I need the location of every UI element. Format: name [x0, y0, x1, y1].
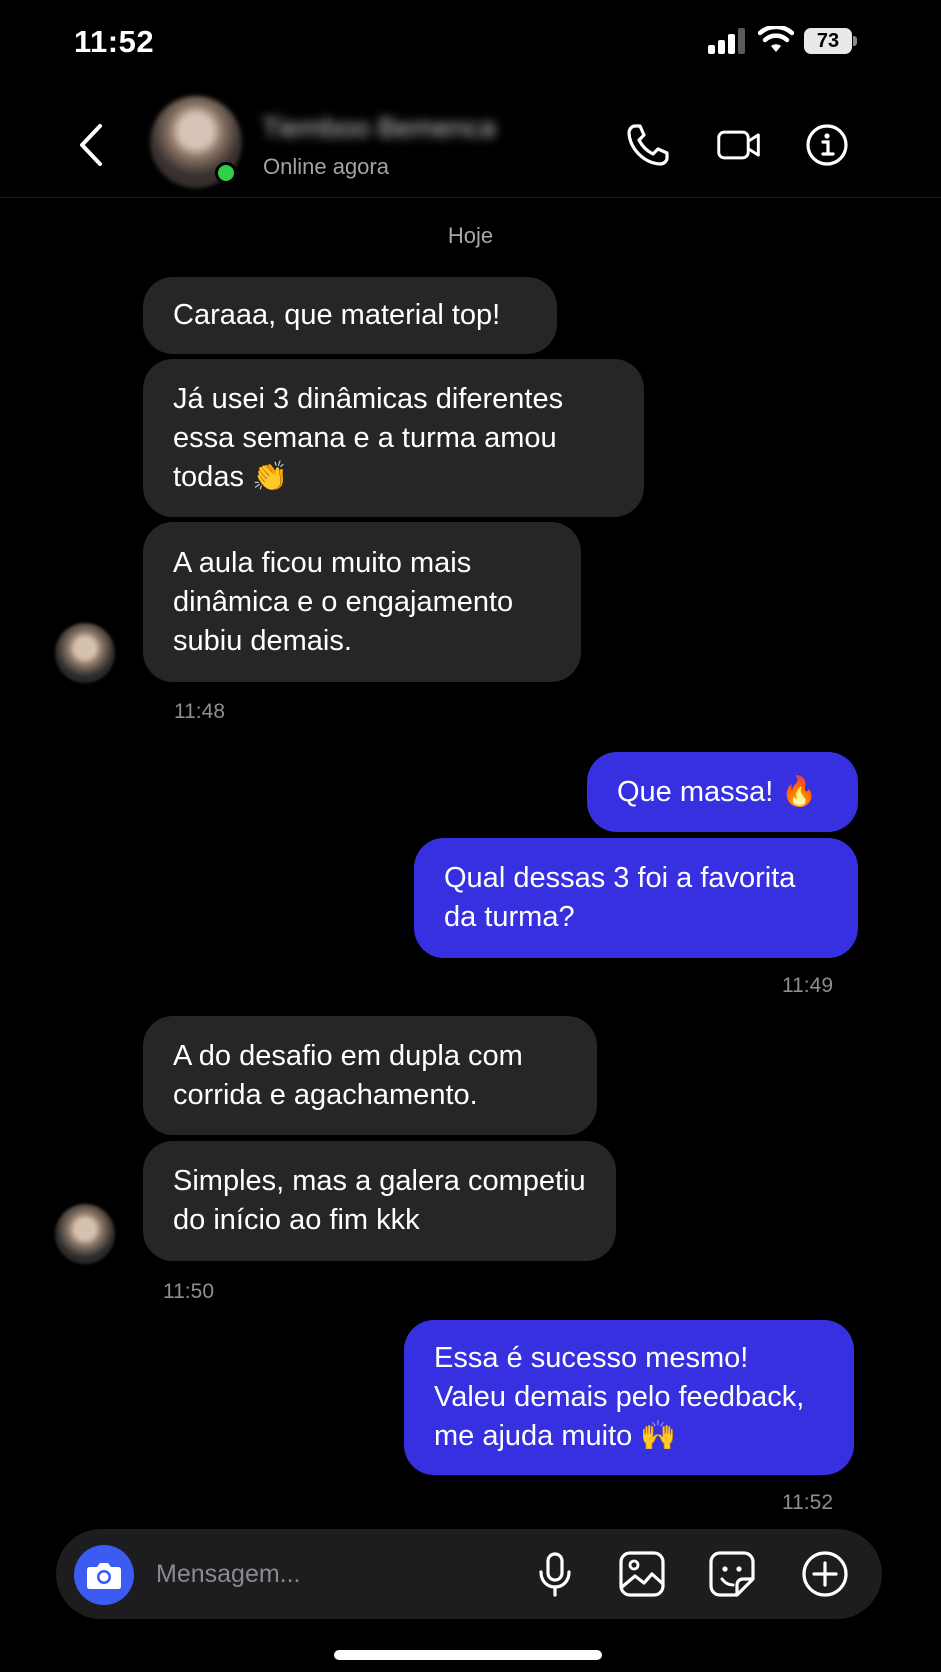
message-input[interactable]	[156, 1553, 486, 1595]
camera-icon	[87, 1563, 121, 1589]
message-bubble-outgoing[interactable]: Que massa! 🔥	[587, 752, 858, 832]
message-bubble-incoming[interactable]: A do desafio em dupla com corrida e agac…	[143, 1016, 597, 1135]
message-text: Caraaa, que material top!	[173, 299, 501, 331]
back-icon[interactable]	[72, 120, 112, 170]
message-bubble-outgoing[interactable]: Qual dessas 3 foi a favorita da turma?	[414, 838, 858, 958]
date-separator: Hoje	[447, 223, 494, 248]
microphone-icon[interactable]	[530, 1549, 580, 1599]
plus-icon[interactable]	[800, 1549, 850, 1599]
info-icon[interactable]	[804, 122, 850, 168]
message-text: A do desafio em dupla com corrida e agac…	[173, 1039, 523, 1111]
gallery-icon[interactable]	[617, 1549, 667, 1599]
wifi-icon	[758, 26, 794, 52]
contact-status: Online agora	[263, 154, 389, 179]
status-time: 11:52	[74, 24, 155, 59]
message-text: Já usei 3 dinâmicas diferentes essa sema…	[173, 382, 564, 493]
sender-avatar[interactable]	[55, 623, 115, 683]
online-indicator	[215, 162, 237, 184]
message-composer	[56, 1529, 882, 1619]
battery-icon: 73	[804, 28, 857, 54]
message-time: 11:52	[782, 1491, 833, 1514]
message-text: A aula ficou muito mais dinâmica e o eng…	[173, 546, 514, 657]
message-time: 11:48	[174, 700, 225, 723]
sender-avatar[interactable]	[55, 1204, 115, 1264]
contact-name[interactable]: Tiemboo Bemenca	[262, 112, 494, 146]
battery-cap	[853, 36, 857, 46]
message-bubble-incoming[interactable]: Caraaa, que material top!	[143, 277, 557, 354]
message-time: 11:50	[163, 1280, 214, 1303]
status-bar: 11:52 73	[0, 0, 941, 90]
chat-header: Tiemboo Bemenca Online agora	[0, 90, 941, 198]
message-bubble-outgoing[interactable]: Essa é sucesso mesmo! Valeu demais pelo …	[404, 1320, 854, 1475]
phone-icon[interactable]	[625, 122, 671, 168]
home-indicator[interactable]	[334, 1650, 602, 1660]
message-text: Que massa! 🔥	[617, 775, 818, 808]
signal-icon	[708, 28, 745, 54]
sticker-icon[interactable]	[707, 1549, 757, 1599]
video-icon[interactable]	[716, 122, 762, 168]
message-text: Simples, mas a galera competiu do início…	[173, 1165, 586, 1236]
message-bubble-incoming[interactable]: Simples, mas a galera competiu do início…	[143, 1141, 616, 1261]
camera-button[interactable]	[74, 1545, 134, 1605]
message-bubble-incoming[interactable]: A aula ficou muito mais dinâmica e o eng…	[143, 522, 581, 682]
message-bubble-incoming[interactable]: Já usei 3 dinâmicas diferentes essa sema…	[143, 359, 644, 517]
message-text: Essa é sucesso mesmo! Valeu demais pelo …	[434, 1342, 805, 1452]
message-time: 11:49	[782, 974, 833, 997]
message-text: Qual dessas 3 foi a favorita da turma?	[444, 862, 796, 933]
battery-level: 73	[816, 30, 840, 52]
